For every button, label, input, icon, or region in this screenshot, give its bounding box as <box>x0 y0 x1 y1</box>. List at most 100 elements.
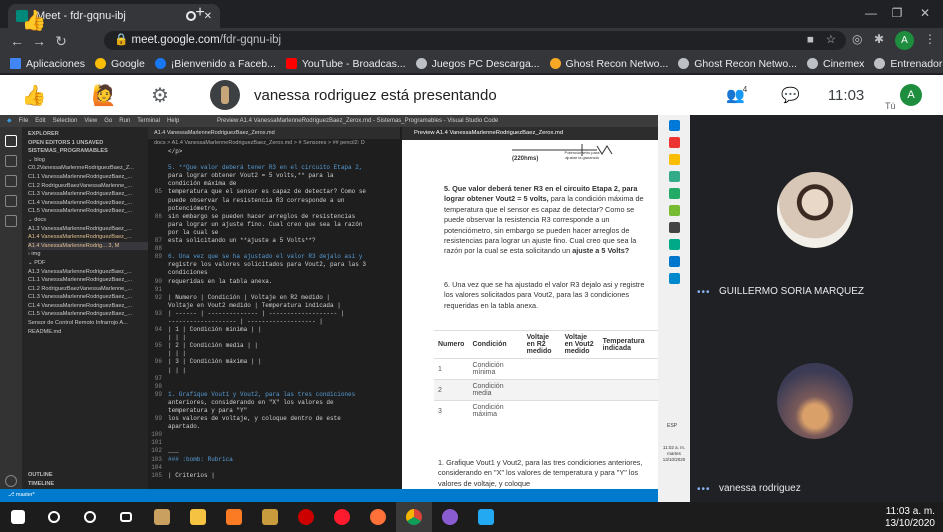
windows-app-icon[interactable] <box>668 171 680 182</box>
sidebar-section-header[interactable]: OPEN EDITORS 1 UNSAVED <box>28 139 148 148</box>
taskbar-clock[interactable]: 11:03 a. m. 13/10/2020 <box>885 506 935 530</box>
code-line: 87 esta solicitando un **ajuste a 5 Volts… <box>148 237 400 245</box>
league-icon[interactable] <box>252 502 288 532</box>
profile-avatar[interactable]: A <box>895 31 914 50</box>
new-tab-icon[interactable]: + <box>190 4 210 22</box>
more-options-icon[interactable]: ••• <box>697 287 711 298</box>
menu-help[interactable]: Help <box>167 115 179 127</box>
extensions-icon[interactable] <box>5 215 17 227</box>
menu-run[interactable]: Run <box>119 115 130 127</box>
bookmark-item[interactable]: Cinemex <box>806 58 864 70</box>
file-tree-item[interactable]: › img <box>28 250 148 259</box>
git-branch[interactable]: master* <box>16 492 35 498</box>
menu-edit[interactable]: Edit <box>35 115 45 127</box>
bookmark-item[interactable]: ¡Bienvenido a Faceb... <box>154 58 276 70</box>
file-tree-item[interactable]: A1.3 VanessaMarlenneRodriguezBaez_... <box>28 225 148 234</box>
sidebar-section-header[interactable]: EXPLORER <box>28 130 148 139</box>
app-icon[interactable] <box>144 502 180 532</box>
windows-app-icon[interactable] <box>668 222 680 233</box>
file-tree-item[interactable]: A1.3 VanessaMarlenneRodriguezBaez_... <box>28 268 148 277</box>
runner-icon <box>549 58 561 69</box>
file-tree-item[interactable]: ⌄ blog <box>28 156 148 165</box>
timeline-section[interactable]: TIMELINE <box>28 480 56 489</box>
cortana-icon[interactable] <box>72 502 108 532</box>
extension-icon[interactable]: ◎ <box>852 32 862 46</box>
bookmark-item[interactable]: Juegos PC Descarga... <box>415 58 540 70</box>
file-tree-item[interactable]: C1.1 VanessaMarlenneRodriguezBaez_... <box>28 173 148 182</box>
opera-icon[interactable] <box>324 502 360 532</box>
file-tree-item[interactable]: C1.3 VanessaMarlenneRodriguezBaez_... <box>28 293 148 302</box>
xampp-icon[interactable] <box>216 502 252 532</box>
preview-tab[interactable]: Preview A1.4 VanessaMarlenneRodriguezBae… <box>402 127 658 140</box>
menu-go[interactable]: Go <box>104 115 112 127</box>
file-tree-item[interactable]: C1.4 VanessaMarlenneRodriguezBaez_... <box>28 199 148 208</box>
bookmark-item[interactable]: YouTube - Broadcas... <box>285 58 406 70</box>
bookmark-item[interactable]: Aplicaciones <box>10 58 85 70</box>
file-tree-item[interactable]: C1.4 VanessaMarlenneRodriguezBaez_... <box>28 302 148 311</box>
close-window-icon[interactable]: ✕ <box>914 3 936 23</box>
menu-selection[interactable]: Selection <box>53 115 78 127</box>
settings-gear-icon[interactable]: ⚙ <box>140 75 180 115</box>
file-tree-item[interactable]: Sensor de Control Remoto Infrarrojo A... <box>28 319 148 328</box>
vscode-icon[interactable] <box>468 502 504 532</box>
maximize-icon[interactable]: ❐ <box>886 3 908 23</box>
explorer-icon[interactable] <box>5 135 17 147</box>
windows-app-icon[interactable] <box>668 154 680 165</box>
file-tree-item[interactable]: C1.1 VanessaMarlenneRodriguezBaez_... <box>28 276 148 285</box>
game-icon[interactable] <box>288 502 324 532</box>
windows-app-icon[interactable] <box>668 120 680 131</box>
run-icon[interactable] <box>5 195 17 207</box>
thumbs-up-icon[interactable]: 👍 <box>14 0 54 40</box>
search-icon[interactable] <box>5 155 17 167</box>
windows-app-icon[interactable] <box>668 239 680 250</box>
file-tree-item[interactable]: README.md <box>28 328 148 337</box>
task-view-icon[interactable] <box>108 502 144 532</box>
search-icon[interactable] <box>36 502 72 532</box>
code-line: 97 <box>148 375 400 383</box>
menu-view[interactable]: View <box>84 115 97 127</box>
minimize-icon[interactable]: — <box>860 3 882 23</box>
puzzle-icon[interactable]: ✱ <box>874 32 884 46</box>
file-tree-item[interactable]: C1.3 VanessaMarlenneRodriguezBaez_... <box>28 190 148 199</box>
raise-hand-icon[interactable]: 🙋 <box>84 75 124 115</box>
github-icon[interactable] <box>432 502 468 532</box>
line-number: 95 <box>154 342 162 350</box>
bookmark-item[interactable]: Ghost Recon Netwo... <box>678 58 797 70</box>
file-tree-item[interactable]: C1.2 RodriguezBaezVanessaMarlenne_... <box>28 285 148 294</box>
firefox-icon[interactable] <box>360 502 396 532</box>
bookmark-item[interactable]: Google <box>94 58 145 70</box>
bookmark-item[interactable]: Ghost Recon Netwo... <box>549 58 668 70</box>
start-icon[interactable] <box>0 502 36 532</box>
file-tree-item[interactable]: C1.5 VanessaMarlenneRodriguezBaez_... <box>28 310 148 319</box>
menu-terminal[interactable]: Terminal <box>137 115 160 127</box>
file-tree-item[interactable]: A1.4 VanessaMarlenneRodrig... 3, M <box>28 241 148 251</box>
address-bar[interactable]: 🔒 meet.google.com/fdr-gqnu-ibj ■ ☆ <box>104 31 846 50</box>
file-tree-item[interactable]: C1.5 VanessaMarlenneRodriguezBaez_... <box>28 207 148 216</box>
sidebar-section-header[interactable]: SISTEMAS_PROGRAMABLES <box>28 147 148 156</box>
windows-app-icon[interactable] <box>668 205 680 216</box>
more-options-icon[interactable]: ••• <box>697 484 711 495</box>
file-tree-item[interactable]: C0.2VanessaMarlenneRodriguezBaez_Z... <box>28 164 148 173</box>
account-icon[interactable] <box>5 475 17 487</box>
code-editor[interactable]: A1.4 VanessaMarlenneRodriguezBaez_Zerox.… <box>148 127 400 489</box>
file-tree-item[interactable]: A1.4 VanessaMarlenneRodriguezBaez_... <box>28 233 148 242</box>
bookmark-star-icon[interactable]: ☆ <box>826 31 836 50</box>
windows-app-icon[interactable] <box>668 137 680 148</box>
windows-app-icon[interactable] <box>668 188 680 199</box>
source-control-icon[interactable] <box>5 175 17 187</box>
camera-icon[interactable]: ■ <box>807 31 814 50</box>
menu-file[interactable]: File <box>19 115 29 127</box>
chrome-icon[interactable] <box>396 502 432 532</box>
menu-icon[interactable]: ⋮ <box>924 32 936 46</box>
file-tree-item[interactable]: ⌄ PDF <box>28 259 148 268</box>
file-tree-item[interactable]: C1.2 RodriguezBaezVanessaMarlenne_... <box>28 182 148 191</box>
editor-tab[interactable]: A1.4 VanessaMarlenneRodriguezBaez_Zerox.… <box>148 127 400 139</box>
vscode-icon[interactable] <box>668 256 680 267</box>
emoji-icon[interactable]: 👍 <box>14 75 54 115</box>
file-tree-item[interactable]: ⌄ docs <box>28 216 148 225</box>
outline-section[interactable]: OUTLINE <box>28 471 55 480</box>
file-explorer-icon[interactable] <box>180 502 216 532</box>
bookmark-item[interactable]: Entrenador de mate... <box>874 58 943 70</box>
edge-icon[interactable] <box>668 273 680 284</box>
chat-icon[interactable]: 💬 <box>781 86 800 104</box>
